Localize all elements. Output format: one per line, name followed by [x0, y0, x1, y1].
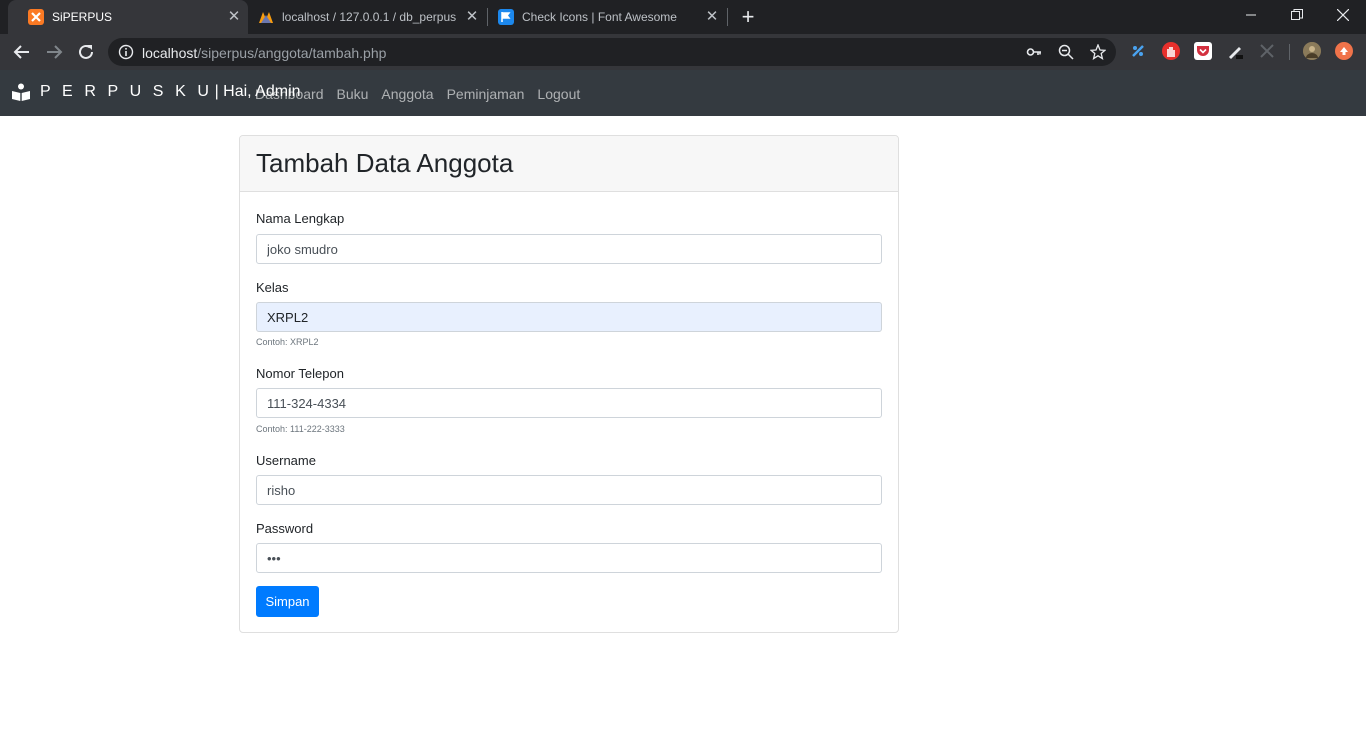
app-navbar: P E R P U S K U | Hai, Admin Dashboard B…	[0, 70, 1366, 116]
tab-separator	[727, 8, 728, 26]
kelas-help-text: Contoh: XRPL2	[256, 337, 319, 347]
username-label: Username	[256, 453, 316, 468]
close-icon[interactable]: ✕	[704, 9, 720, 25]
username-field-group: Username	[256, 453, 882, 505]
phpmyadmin-icon	[258, 9, 274, 25]
nav-link-peminjaman[interactable]: Peminjaman	[447, 86, 525, 102]
page-title: Tambah Data Anggota	[256, 148, 514, 178]
kelas-field-group: Kelas Contoh: XRPL2	[256, 280, 882, 347]
tab-title: Check Icons | Font Awesome	[522, 10, 677, 24]
url-text: localhost/siperpus/anggota/tambah.php	[142, 45, 387, 61]
username-input[interactable]	[256, 475, 882, 505]
nama-input[interactable]	[256, 234, 882, 264]
brand-name: P E R P U S K U	[40, 83, 213, 100]
nav-link-logout[interactable]: Logout	[537, 86, 580, 102]
bookmark-star-icon[interactable]	[1089, 43, 1107, 61]
new-tab-button[interactable]: +	[738, 6, 758, 28]
toolbar-separator	[1289, 44, 1290, 60]
tab-phpmyadmin[interactable]: localhost / 127.0.0.1 / db_perpus ✕	[238, 0, 486, 34]
reload-icon[interactable]	[74, 40, 98, 64]
card-header: Tambah Data Anggota	[240, 136, 898, 192]
form-card: Tambah Data Anggota Nama Lengkap Kelas C…	[239, 135, 899, 633]
back-icon[interactable]	[10, 40, 34, 64]
nama-field-group: Nama Lengkap	[256, 211, 882, 264]
nav-link-anggota[interactable]: Anggota	[381, 86, 433, 102]
extension-sync-icon[interactable]	[1129, 42, 1147, 60]
adblock-icon[interactable]	[1162, 42, 1180, 60]
nav-link-dashboard[interactable]: Dashboard	[255, 86, 324, 102]
profile-avatar[interactable]	[1303, 42, 1321, 60]
tab-siperpus[interactable]: SiPERPUS ✕	[8, 0, 248, 34]
telepon-label: Nomor Telepon	[256, 366, 344, 381]
close-window-button[interactable]	[1320, 0, 1366, 30]
zoom-icon[interactable]	[1058, 44, 1074, 60]
browser-toolbar: localhost/siperpus/anggota/tambah.php	[0, 34, 1366, 70]
kelas-input[interactable]	[256, 302, 882, 332]
address-bar[interactable]: localhost/siperpus/anggota/tambah.php	[108, 38, 1116, 66]
tab-title: SiPERPUS	[52, 10, 113, 24]
restore-button[interactable]	[1274, 0, 1320, 30]
telepon-field-group: Nomor Telepon Contoh: 111-222-3333	[256, 366, 882, 434]
password-field-group: Password	[256, 521, 882, 573]
simpan-button[interactable]: Simpan	[256, 586, 319, 617]
x-extension-icon[interactable]	[1258, 42, 1276, 60]
telepon-help-text: Contoh: 111-222-3333	[256, 424, 345, 434]
update-icon[interactable]	[1335, 42, 1353, 60]
key-icon[interactable]	[1026, 44, 1042, 60]
kelas-label: Kelas	[256, 280, 289, 295]
telepon-input[interactable]	[256, 388, 882, 418]
flag-icon	[498, 9, 514, 25]
pocket-icon[interactable]	[1194, 42, 1212, 60]
xampp-icon	[28, 9, 44, 25]
tab-font-awesome[interactable]: Check Icons | Font Awesome ✕	[478, 0, 726, 34]
tab-title: localhost / 127.0.0.1 / db_perpus	[282, 10, 457, 24]
book-reader-icon	[12, 83, 30, 101]
pen-icon[interactable]	[1226, 42, 1244, 60]
forward-icon[interactable]	[42, 40, 66, 64]
browser-tab-strip: SiPERPUS ✕ localhost / 127.0.0.1 / db_pe…	[0, 0, 1366, 34]
nama-label: Nama Lengkap	[256, 211, 345, 226]
minimize-button[interactable]	[1228, 0, 1274, 30]
password-input[interactable]	[256, 543, 882, 573]
nav-link-buku[interactable]: Buku	[337, 86, 369, 102]
info-icon[interactable]	[118, 44, 134, 60]
nav-links: Dashboard Buku Anggota Peminjaman Logout	[255, 86, 593, 102]
password-label: Password	[256, 521, 314, 536]
